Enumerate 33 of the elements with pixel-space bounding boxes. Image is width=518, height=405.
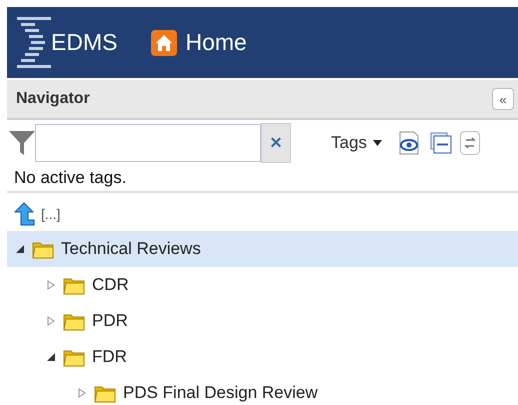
eye-icon[interactable] xyxy=(398,131,420,155)
collapse-button[interactable]: « xyxy=(492,88,514,110)
collapsed-arrow-icon[interactable] xyxy=(46,316,56,326)
tags-dropdown[interactable]: Tags xyxy=(331,133,382,153)
tree-item[interactable]: FDR xyxy=(7,339,518,375)
tree-item[interactable]: CDR xyxy=(7,267,518,303)
collapsed-arrow-icon[interactable] xyxy=(77,388,87,398)
collapse-all-icon[interactable] xyxy=(430,132,452,154)
logo-icon xyxy=(15,14,51,70)
home-link[interactable]: Home xyxy=(151,29,247,56)
home-icon xyxy=(151,30,178,56)
app-name: EDMS xyxy=(51,29,118,56)
refresh-icon[interactable] xyxy=(460,131,480,155)
status-text: No active tags. xyxy=(7,164,518,193)
tree-label: PDS Final Design Review xyxy=(123,383,318,403)
tree-label: Technical Reviews xyxy=(61,239,201,259)
up-label: [...] xyxy=(41,206,60,222)
expanded-arrow-icon[interactable] xyxy=(46,352,56,362)
tree-label: PDR xyxy=(92,311,128,331)
tree-item[interactable]: PDS Final Design Review xyxy=(7,375,518,405)
tree-label: CDR xyxy=(92,275,129,295)
tree-item[interactable]: Technical Reviews xyxy=(7,231,518,267)
navigator-title: Navigator xyxy=(16,90,90,108)
tree-item[interactable]: PDR xyxy=(7,303,518,339)
filter-icon xyxy=(7,128,37,158)
caret-icon xyxy=(372,140,382,146)
expanded-arrow-icon[interactable] xyxy=(15,244,25,254)
collapsed-arrow-icon[interactable] xyxy=(46,280,56,290)
up-row[interactable]: [...] xyxy=(7,197,518,231)
tree-label: FDR xyxy=(92,347,127,367)
up-arrow-icon xyxy=(13,202,35,226)
filter-field[interactable] xyxy=(35,124,261,162)
clear-button[interactable]: × xyxy=(261,123,291,163)
